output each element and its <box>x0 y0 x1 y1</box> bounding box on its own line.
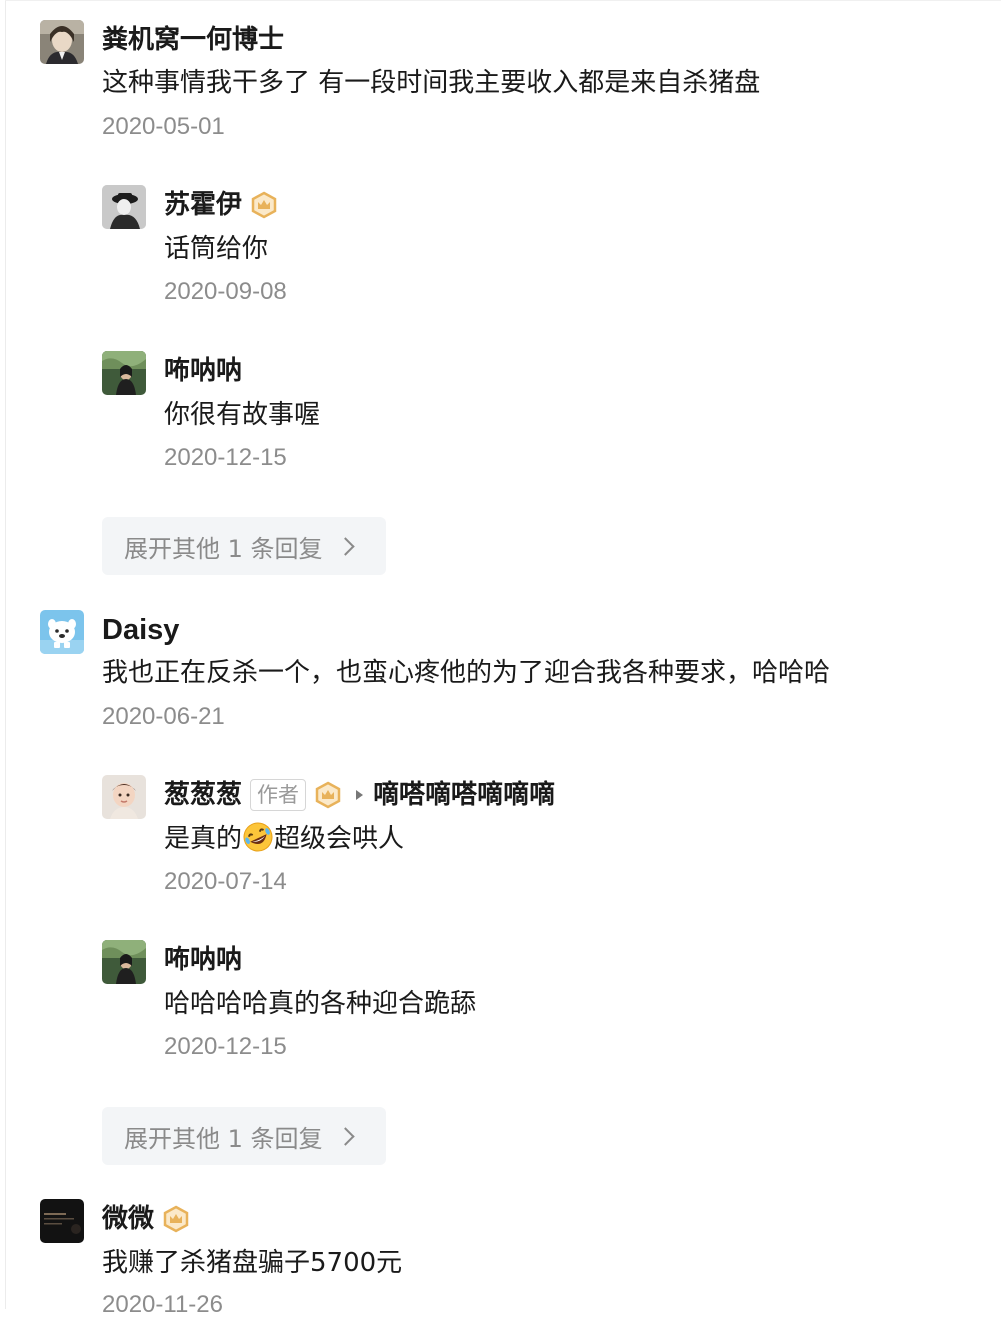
username[interactable]: 咘呐呐 <box>164 351 242 391</box>
expand-replies-label: 展开其他 1 条回复 <box>124 534 323 563</box>
crown-badge-icon <box>162 1205 190 1233</box>
avatar[interactable] <box>102 185 146 229</box>
avatar[interactable] <box>40 1199 84 1243</box>
crown-badge-icon <box>314 781 342 809</box>
avatar[interactable] <box>102 940 146 984</box>
comment-header: Daisy <box>102 610 179 650</box>
left-border <box>5 0 6 1309</box>
username[interactable]: 苏霍伊 <box>164 185 242 225</box>
reply-date: 2020-09-08 <box>164 278 287 305</box>
avatar[interactable] <box>102 775 146 819</box>
comment-header: 粪机窝一何博士 <box>102 20 284 60</box>
reply-header: 咘呐呐 <box>164 940 242 980</box>
reply-to-arrow-icon <box>356 790 364 800</box>
crown-badge-icon <box>250 191 278 219</box>
expand-replies-button[interactable]: 展开其他 1 条回复 <box>102 517 386 575</box>
reply-text: 你很有故事喔 <box>164 400 321 430</box>
chevron-right-icon <box>335 536 355 556</box>
username[interactable]: 葱葱葱 <box>164 775 242 815</box>
username[interactable]: Daisy <box>102 610 179 650</box>
reply-to-username[interactable]: 嘀嗒嘀嗒嘀嘀嘀 <box>373 775 555 815</box>
expand-replies-label: 展开其他 1 条回复 <box>124 1124 323 1153</box>
top-border <box>5 0 1001 1</box>
comment-text: 我也正在反杀一个，也蛮心疼他的为了迎合我各种要求，哈哈哈 <box>102 658 831 688</box>
avatar[interactable] <box>40 610 84 654</box>
reply-date: 2020-07-14 <box>164 868 287 895</box>
comment-text: 我赚了杀猪盘骗子5700元 <box>102 1248 403 1278</box>
reply-text: 是真的 超级会哄人 <box>164 819 404 859</box>
reply-header: 咘呐呐 <box>164 351 242 391</box>
comment-text: 这种事情我干多了 有一段时间我主要收入都是来自杀猪盘 <box>102 68 761 98</box>
comment-date: 2020-06-21 <box>102 703 225 730</box>
avatar[interactable] <box>102 351 146 395</box>
comment-date: 2020-05-01 <box>102 113 225 140</box>
avatar[interactable] <box>40 20 84 64</box>
expand-replies-button[interactable]: 展开其他 1 条回复 <box>102 1107 386 1165</box>
username[interactable]: 咘呐呐 <box>164 940 242 980</box>
rolling-on-floor-laughing-icon <box>242 821 274 853</box>
username[interactable]: 微微 <box>102 1199 154 1239</box>
reply-text: 话筒给你 <box>164 234 269 264</box>
comment-header: 微微 <box>102 1199 190 1239</box>
author-tag: 作者 <box>250 779 307 811</box>
reply-date: 2020-12-15 <box>164 444 287 471</box>
reply-header: 苏霍伊 <box>164 185 278 225</box>
reply-text: 哈哈哈哈真的各种迎合跪舔 <box>164 989 477 1019</box>
username[interactable]: 粪机窝一何博士 <box>102 20 284 60</box>
reply-text-before: 是真的 <box>164 824 243 854</box>
reply-text-after: 超级会哄人 <box>274 824 405 854</box>
reply-date: 2020-12-15 <box>164 1033 287 1060</box>
comment-date: 2020-11-26 <box>102 1291 223 1318</box>
chevron-right-icon <box>335 1126 355 1146</box>
reply-header: 葱葱葱 作者 嘀嗒嘀嗒嘀嘀嘀 <box>164 775 555 815</box>
